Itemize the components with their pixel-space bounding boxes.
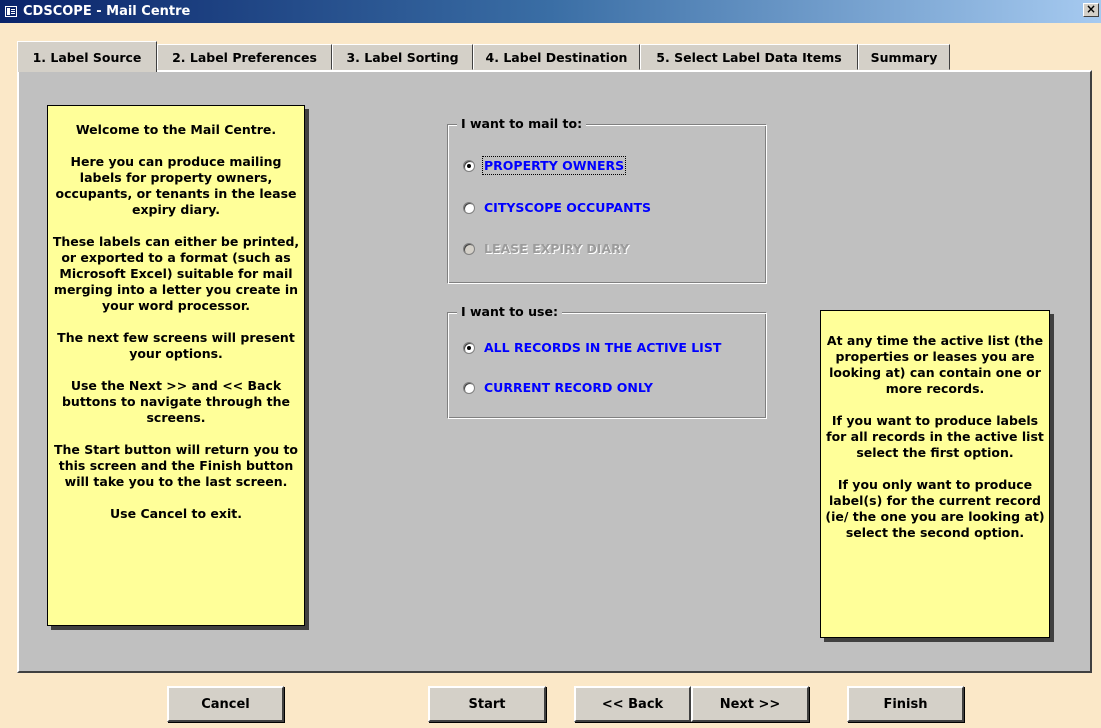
- tab-label-sorting[interactable]: 3. Label Sorting: [332, 44, 473, 70]
- note-paragraph: Use the Next >> and << Back buttons to n…: [61, 378, 291, 425]
- note-paragraph: The Start button will return you to this…: [53, 442, 299, 489]
- option-label: LEASE EXPIRY DIARY: [484, 241, 630, 256]
- window-title: CDSCOPE - Mail Centre: [23, 4, 191, 19]
- note-paragraph: Welcome to the Mail Centre.: [75, 122, 277, 137]
- option-label[interactable]: PROPERTY OWNERS: [481, 156, 627, 175]
- option-property-owners[interactable]: PROPERTY OWNERS: [463, 156, 627, 175]
- tab-label-preferences[interactable]: 2. Label Preferences: [157, 44, 332, 70]
- note-paragraph: If you want to produce labels for all re…: [826, 413, 1044, 460]
- tab-label: 5. Select Label Data Items: [656, 49, 842, 65]
- note-paragraph: Use Cancel to exit.: [110, 506, 242, 521]
- button-label: Next >>: [719, 696, 781, 712]
- button-label: Start: [468, 696, 506, 712]
- next-button[interactable]: Next >>: [691, 686, 809, 722]
- option-lease-expiry-diary: LEASE EXPIRY DIARY: [463, 241, 629, 256]
- mail-to-group: I want to mail to: PROPERTY OWNERS CITYS…: [447, 116, 767, 284]
- close-button[interactable]: ×: [1083, 3, 1099, 17]
- help-note: At any time the active list (the propert…: [820, 310, 1050, 638]
- cancel-button[interactable]: Cancel: [167, 686, 284, 722]
- note-paragraph: Here you can produce mailing labels for …: [55, 154, 297, 217]
- note-paragraph: At any time the active list (the propert…: [826, 333, 1044, 396]
- use-group: I want to use: ALL RECORDS IN THE ACTIVE…: [447, 304, 767, 419]
- button-label: Cancel: [201, 696, 250, 712]
- radio-disabled-icon: [463, 242, 475, 255]
- button-label: << Back: [601, 696, 664, 712]
- option-label[interactable]: CITYSCOPE OCCUPANTS: [484, 200, 651, 215]
- radio-selected-icon[interactable]: [463, 159, 475, 172]
- form-icon[interactable]: [5, 6, 17, 17]
- welcome-note: Welcome to the Mail Centre. Here you can…: [47, 105, 305, 626]
- tab-label: 3. Label Sorting: [346, 49, 459, 65]
- close-icon: ×: [1085, 2, 1097, 16]
- note-paragraph: The next few screens will present your o…: [57, 330, 295, 361]
- tab-label-destination[interactable]: 4. Label Destination: [473, 44, 640, 70]
- note-paragraph: If you only want to produce label(s) for…: [825, 477, 1045, 540]
- tab-label: 1. Label Source: [32, 49, 142, 65]
- option-label[interactable]: CURRENT RECORD ONLY: [484, 380, 653, 395]
- note-paragraph: These labels can either be printed, or e…: [52, 234, 300, 313]
- tab-label: 2. Label Preferences: [172, 49, 317, 65]
- mail-to-legend: I want to mail to:: [457, 116, 587, 132]
- tab-summary[interactable]: Summary: [858, 44, 950, 70]
- radio-icon[interactable]: [463, 201, 475, 214]
- option-label[interactable]: ALL RECORDS IN THE ACTIVE LIST: [484, 340, 721, 355]
- tab-select-label-data-items[interactable]: 5. Select Label Data Items: [640, 44, 858, 70]
- radio-selected-icon[interactable]: [463, 341, 475, 354]
- option-all-records[interactable]: ALL RECORDS IN THE ACTIVE LIST: [463, 340, 721, 355]
- tab-label-source[interactable]: 1. Label Source: [17, 41, 157, 72]
- title-bar: CDSCOPE - Mail Centre ×: [0, 0, 1101, 23]
- button-label: Finish: [883, 696, 928, 712]
- tab-label: Summary: [870, 49, 938, 65]
- radio-icon[interactable]: [463, 381, 475, 394]
- option-cityscope-occupants[interactable]: CITYSCOPE OCCUPANTS: [463, 200, 651, 215]
- back-button[interactable]: << Back: [574, 686, 691, 722]
- start-button[interactable]: Start: [428, 686, 546, 722]
- tab-label: 4. Label Destination: [485, 49, 628, 65]
- option-current-record[interactable]: CURRENT RECORD ONLY: [463, 380, 653, 395]
- use-legend: I want to use:: [457, 304, 562, 320]
- finish-button[interactable]: Finish: [847, 686, 964, 722]
